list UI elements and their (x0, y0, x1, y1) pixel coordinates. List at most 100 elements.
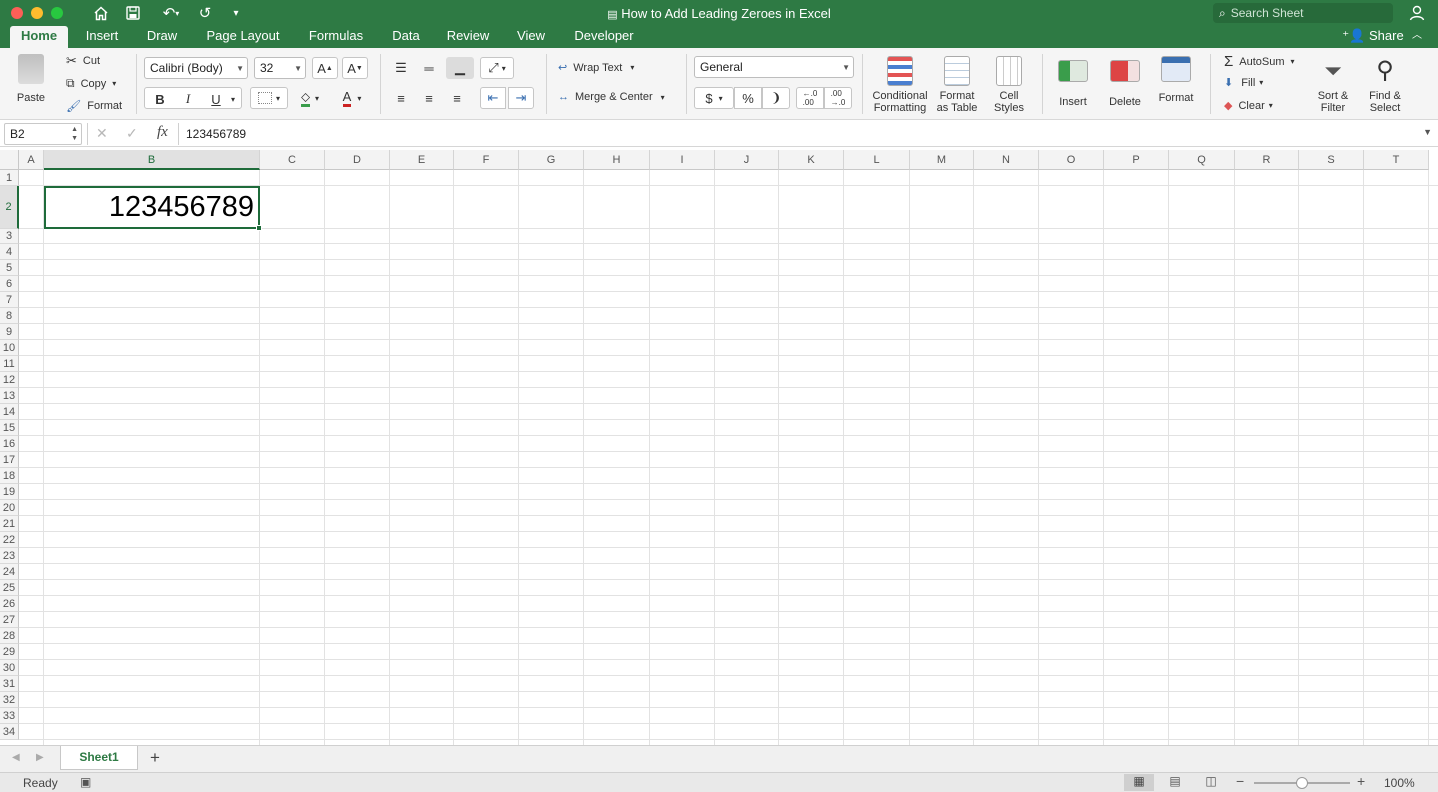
comma-style-icon[interactable]: ❩ (762, 87, 790, 109)
account-icon[interactable] (1406, 3, 1428, 23)
insert-cells-button[interactable]: Insert (1050, 56, 1096, 108)
column-header-t[interactable]: T (1364, 150, 1429, 170)
tab-page-layout[interactable]: Page Layout (198, 26, 288, 48)
row-header-1[interactable]: 1 (0, 170, 19, 186)
fill-color-icon[interactable]: ⬦ ▾ (292, 87, 328, 109)
column-header-k[interactable]: K (779, 150, 844, 170)
column-header-c[interactable]: C (260, 150, 325, 170)
chevron-down-icon[interactable]: ▾ (227, 88, 239, 110)
column-header-e[interactable]: E (390, 150, 454, 170)
merge-center-button[interactable]: ↔ Merge & Center ▾ (558, 91, 665, 103)
tab-formulas[interactable]: Formulas (302, 26, 370, 48)
find-select-button[interactable]: ⚲ Find & Select (1362, 56, 1408, 114)
formula-input[interactable]: 123456789 (186, 127, 246, 141)
tab-home[interactable]: Home (10, 26, 68, 48)
borders-icon[interactable]: ▾ (250, 87, 288, 109)
tab-view[interactable]: View (508, 26, 554, 48)
row-header-10[interactable]: 10 (0, 340, 19, 356)
row-header-28[interactable]: 28 (0, 628, 19, 644)
fill-handle[interactable] (256, 225, 262, 231)
column-header-g[interactable]: G (519, 150, 584, 170)
search-input[interactable]: ⌕ Search Sheet (1213, 3, 1393, 23)
align-center-icon[interactable]: ≡ (418, 87, 440, 109)
align-top-icon[interactable]: ☰ (390, 57, 412, 79)
share-button[interactable]: ⁺👤 Share (1340, 26, 1406, 48)
format-painter-button[interactable]: 🖌 Format (66, 99, 122, 113)
column-header-o[interactable]: O (1039, 150, 1104, 170)
row-header-31[interactable]: 31 (0, 676, 19, 692)
row-header-32[interactable]: 32 (0, 692, 19, 708)
tab-developer[interactable]: Developer (566, 26, 642, 48)
active-cell-b2[interactable]: 123456789 (44, 186, 262, 231)
column-header-b[interactable]: B (44, 150, 260, 170)
macro-record-icon[interactable]: ▣ (80, 775, 91, 789)
tab-data[interactable]: Data (384, 26, 428, 48)
add-sheet-icon[interactable]: + (150, 748, 160, 768)
column-header-h[interactable]: H (584, 150, 650, 170)
italic-button[interactable]: I (177, 88, 199, 110)
column-header-f[interactable]: F (454, 150, 519, 170)
autosum-button[interactable]: Σ AutoSum ▾ (1224, 53, 1295, 70)
tab-draw[interactable]: Draw (140, 26, 184, 48)
row-header-26[interactable]: 26 (0, 596, 19, 612)
scroll-sheets-left-icon[interactable]: ◀ (12, 752, 20, 763)
column-header-q[interactable]: Q (1169, 150, 1235, 170)
underline-button[interactable]: U (205, 88, 227, 110)
row-header-18[interactable]: 18 (0, 468, 19, 484)
cut-button[interactable]: ✂ Cut (66, 53, 100, 69)
conditional-formatting-button[interactable]: Conditional Formatting (870, 56, 930, 114)
zoom-slider[interactable] (1254, 777, 1350, 789)
fill-button[interactable]: ⬇ Fill ▾ (1224, 76, 1263, 90)
row-header-7[interactable]: 7 (0, 292, 19, 308)
name-box[interactable]: B2 ▲ ▼ (4, 123, 82, 145)
format-cells-button[interactable]: Format (1152, 56, 1200, 104)
row-header-30[interactable]: 30 (0, 660, 19, 676)
column-header-d[interactable]: D (325, 150, 390, 170)
row-header-29[interactable]: 29 (0, 644, 19, 660)
percent-icon[interactable]: % (734, 87, 762, 109)
row-header-23[interactable]: 23 (0, 548, 19, 564)
zoom-in-icon[interactable]: + (1357, 773, 1365, 789)
row-header-2[interactable]: 2 (0, 186, 19, 229)
normal-view-icon[interactable]: ▦ (1124, 774, 1154, 791)
row-header-9[interactable]: 9 (0, 324, 19, 340)
row-header-14[interactable]: 14 (0, 404, 19, 420)
currency-icon[interactable]: $ ▾ (694, 87, 734, 109)
row-header-12[interactable]: 12 (0, 372, 19, 388)
wrap-text-button[interactable]: ↩ Wrap Text ▾ (558, 61, 634, 75)
column-header-r[interactable]: R (1235, 150, 1299, 170)
format-as-table-button[interactable]: Format as Table (932, 56, 982, 114)
row-header-8[interactable]: 8 (0, 308, 19, 324)
select-all-corner[interactable] (0, 150, 19, 170)
page-break-view-icon[interactable]: ◫ (1200, 774, 1222, 788)
delete-cells-button[interactable]: Delete (1102, 56, 1148, 108)
cancel-entry-icon[interactable]: ✕ (96, 125, 108, 142)
orientation-icon[interactable]: ⤢ ▾ (480, 57, 514, 79)
expand-formula-bar-icon[interactable]: ▼ (1423, 127, 1432, 137)
align-right-icon[interactable]: ≡ (446, 87, 468, 109)
increase-indent-icon[interactable]: ⇥ (508, 87, 534, 109)
decrease-indent-icon[interactable]: ⇤ (480, 87, 506, 109)
column-header-s[interactable]: S (1299, 150, 1364, 170)
row-header-19[interactable]: 19 (0, 484, 19, 500)
row-header-21[interactable]: 21 (0, 516, 19, 532)
column-header-n[interactable]: N (974, 150, 1039, 170)
row-header-34[interactable]: 34 (0, 724, 19, 740)
sort-filter-button[interactable]: ⏷ Sort & Filter (1310, 56, 1356, 114)
bold-button[interactable]: B (149, 88, 171, 110)
zoom-slider-thumb[interactable] (1296, 777, 1308, 789)
row-header-25[interactable]: 25 (0, 580, 19, 596)
sheet-tab-sheet1[interactable]: Sheet1 (60, 746, 138, 770)
zoom-level[interactable]: 100% (1384, 776, 1415, 790)
clear-button[interactable]: ◆ Clear ▾ (1224, 99, 1273, 113)
row-header-16[interactable]: 16 (0, 436, 19, 452)
row-header-5[interactable]: 5 (0, 260, 19, 276)
row-header-13[interactable]: 13 (0, 388, 19, 404)
row-header-15[interactable]: 15 (0, 420, 19, 436)
column-header-j[interactable]: J (715, 150, 779, 170)
align-bottom-icon[interactable]: ▁ (446, 57, 474, 79)
increase-decimal-icon[interactable]: ←.0.00 (796, 87, 824, 109)
insert-function-icon[interactable]: fx (157, 124, 168, 141)
tab-insert[interactable]: Insert (78, 26, 126, 48)
row-header-22[interactable]: 22 (0, 532, 19, 548)
